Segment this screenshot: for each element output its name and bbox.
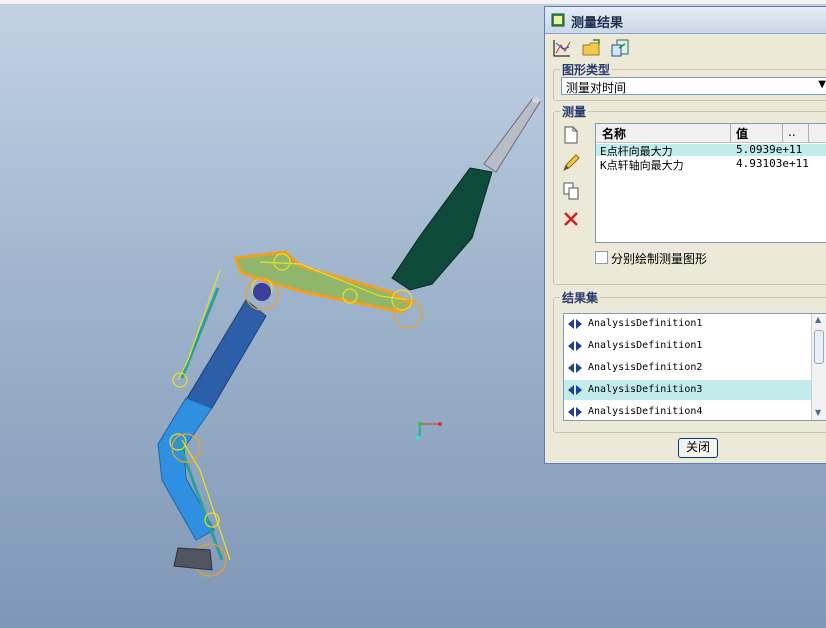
separate-plot-label: 分别绘制测量图形 [611,252,708,266]
result-set-name: AnalysisDefinition1 [588,340,703,351]
expand-arrows-icon [568,319,582,329]
row-name: K点轩轴向最大力 [600,159,684,172]
close-button[interactable]: 关闭 [678,438,718,458]
header-more[interactable]: .. [788,125,796,139]
result-set-name: AnalysisDefinition1 [588,318,703,329]
graph-type-select[interactable]: 测量对时间 ▼ [561,77,826,95]
row-value: 4.93103e+11 [736,157,809,170]
dialog-app-icon [551,13,565,27]
row-value: 5.0939e+11 [736,143,803,156]
measure-table[interactable]: 名称 值 .. E点杆向最大力 5.0939e+11 K点轩轴向最大力 4.93… [595,123,826,243]
graph-icon[interactable] [551,37,573,59]
list-item[interactable]: AnalysisDefinition4 [564,402,812,420]
hammer-body [391,167,493,291]
measure-results-dialog: 测量结果 图形类型 测量对时间 ▼ 测量 名称 值 .. E点杆向最大力 5.0… [544,6,826,464]
table-row[interactable]: E点杆向最大力 5.0939e+11 [596,143,826,158]
header-name[interactable]: 名称 [602,125,626,142]
coordinate-triad [416,422,442,440]
dialog-title: 测量结果 [571,16,624,31]
separate-plot-checkbox[interactable] [595,251,608,264]
list-item[interactable]: AnalysisDefinition3 [564,380,812,400]
edit-pencil-icon[interactable] [561,153,581,173]
list-item[interactable]: AnalysisDefinition2 [564,358,812,378]
delete-x-icon[interactable] [561,209,581,229]
copy-icon[interactable] [561,181,581,201]
list-scrollbar[interactable]: ▲ ▼ [811,314,826,420]
new-doc-icon[interactable] [561,125,581,145]
measure-label: 测量 [560,103,589,120]
expand-arrows-icon [568,363,582,373]
open-folder-icon[interactable] [581,37,603,59]
table-header: 名称 值 .. [596,124,826,143]
base-block [173,547,213,571]
scroll-down-icon[interactable]: ▼ [815,408,821,417]
boom-upper [185,299,267,409]
expand-arrows-icon [568,341,582,351]
list-item[interactable]: AnalysisDefinition1 [564,314,812,334]
list-item[interactable]: AnalysisDefinition1 [564,336,812,356]
dialog-titlebar[interactable]: 测量结果 [545,7,826,34]
stick-arm [234,250,415,314]
breaker-rod [483,97,541,173]
expand-arrows-icon [568,385,582,395]
table-row[interactable]: K点轩轴向最大力 4.93103e+11 [596,157,826,172]
expand-arrows-icon [568,407,582,417]
export-icon[interactable] [609,37,631,59]
scroll-thumb[interactable] [814,330,824,364]
result-set-name: AnalysisDefinition3 [588,384,703,395]
chevron-down-icon: ▼ [818,79,826,90]
result-set-list[interactable]: AnalysisDefinition1 AnalysisDefinition1 … [563,313,826,421]
result-set-label: 结果集 [560,289,601,306]
result-set-name: AnalysisDefinition4 [588,406,703,417]
result-set-name: AnalysisDefinition2 [588,362,703,373]
boom-pivot [253,283,271,301]
scroll-up-icon[interactable]: ▲ [815,315,821,324]
header-value[interactable]: 值 [736,125,748,142]
graph-type-label: 图形类型 [560,61,613,78]
graph-type-value: 测量对时间 [566,81,627,95]
